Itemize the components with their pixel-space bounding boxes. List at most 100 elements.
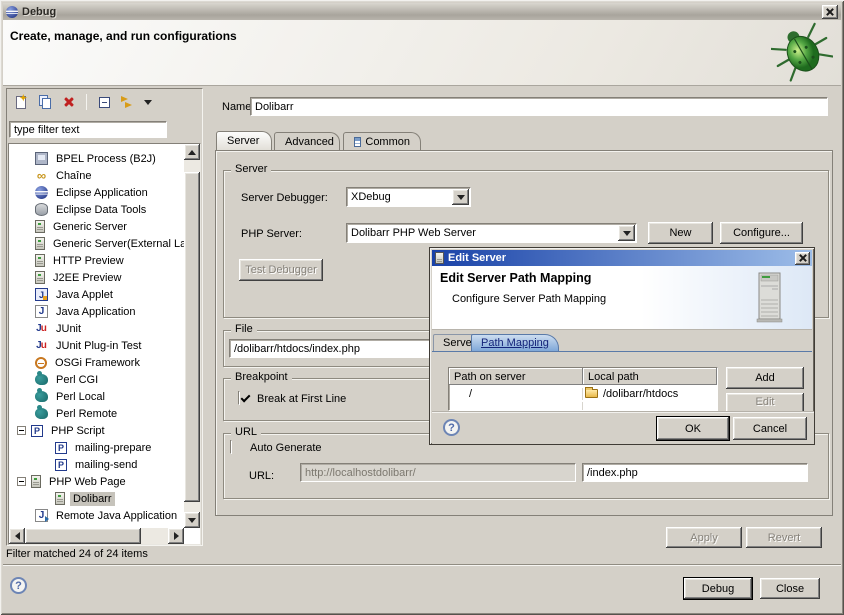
- scroll-right-icon[interactable]: [168, 528, 184, 544]
- java-icon: [35, 305, 48, 318]
- help-icon[interactable]: ?: [10, 577, 27, 594]
- tree-item[interactable]: Java Application: [9, 303, 185, 320]
- close-icon[interactable]: [822, 5, 838, 19]
- dialog-subheading: Configure Server Path Mapping: [452, 293, 606, 305]
- new-config-icon: ✦: [16, 96, 26, 109]
- tree-item[interactable]: Remote Java Application: [9, 507, 185, 524]
- tree-item[interactable]: Chaîne: [9, 167, 185, 184]
- configurations-panel: ✦ BPEL Process (B2J) Chaîne Eclipse Appl…: [6, 88, 203, 546]
- configure-button[interactable]: Configure...: [720, 222, 803, 244]
- close-button[interactable]: Close: [760, 578, 820, 599]
- tab-server[interactable]: Server: [216, 131, 272, 150]
- php-server-select[interactable]: Dolibarr PHP Web Server: [346, 223, 637, 243]
- vertical-scroll-thumb[interactable]: [184, 172, 200, 502]
- add-mapping-button[interactable]: Add: [726, 367, 804, 389]
- server-icon: [35, 254, 45, 267]
- apply-button[interactable]: Apply: [666, 527, 742, 548]
- banner-heading: Create, manage, and run configurations: [10, 29, 237, 43]
- php-icon: [55, 459, 67, 471]
- column-header-local-path[interactable]: Local path: [583, 368, 717, 385]
- tree-item[interactable]: Java Applet: [9, 286, 185, 303]
- filter-button[interactable]: [118, 93, 138, 111]
- tree-item[interactable]: mailing-send: [9, 456, 185, 473]
- dialog-close-icon[interactable]: [795, 252, 810, 265]
- tab-common[interactable]: Common: [343, 132, 421, 150]
- perl-icon: [35, 408, 48, 419]
- chevron-down-icon[interactable]: [618, 225, 635, 241]
- dialog-tab-path-mapping[interactable]: Path Mapping: [471, 334, 559, 351]
- break-first-line-checkbox[interactable]: [238, 391, 240, 405]
- tree-item[interactable]: J2EE Preview: [9, 269, 185, 286]
- tree-item[interactable]: Perl CGI: [9, 371, 185, 388]
- filter-input[interactable]: [9, 121, 167, 138]
- dialog-button-bar: ? OK Cancel: [432, 411, 814, 444]
- scroll-down-icon[interactable]: [184, 512, 200, 528]
- path-mapping-table[interactable]: Path on server Local path / /dolibarr/ht…: [448, 367, 718, 411]
- tree-item[interactable]: JUnit: [9, 320, 185, 337]
- tree-item[interactable]: BPEL Process (B2J): [9, 150, 185, 167]
- new-server-button[interactable]: New: [648, 222, 713, 244]
- tree-item[interactable]: HTTP Preview: [9, 252, 185, 269]
- duplicate-button[interactable]: [35, 93, 55, 111]
- filter-menu-caret-icon[interactable]: [144, 100, 152, 105]
- toolbar-separator: [86, 94, 87, 110]
- tree-item[interactable]: mailing-prepare: [9, 439, 185, 456]
- revert-button[interactable]: Revert: [746, 527, 822, 548]
- scroll-left-icon[interactable]: [9, 528, 25, 544]
- file-group-title: File: [231, 323, 257, 335]
- collapse-expander-icon[interactable]: [17, 477, 26, 486]
- bug-icon: [771, 22, 833, 82]
- osgi-icon: [35, 357, 47, 369]
- dialog-title: Edit Server: [448, 252, 506, 264]
- perl-icon: [35, 374, 48, 385]
- tree-vertical-scrollbar[interactable]: [184, 144, 200, 528]
- tab-advanced[interactable]: Advanced: [274, 132, 340, 150]
- bpel-icon: [35, 152, 48, 165]
- delete-button[interactable]: [59, 93, 79, 111]
- window-titlebar[interactable]: Debug: [3, 3, 841, 20]
- tree-item[interactable]: Generic Server: [9, 218, 185, 235]
- tree-item[interactable]: JUnit Plug-in Test: [9, 337, 185, 354]
- database-icon: [35, 203, 48, 216]
- server-icon: [31, 475, 41, 488]
- tree-item[interactable]: PHP Script: [9, 422, 185, 439]
- table-row[interactable]: / /dolibarr/htdocs: [449, 385, 717, 402]
- horizontal-scroll-thumb[interactable]: [25, 528, 141, 544]
- filter-match-status: Filter matched 24 of 24 items: [6, 548, 148, 560]
- tree-item[interactable]: PHP Web Page: [9, 473, 185, 490]
- chevron-down-icon[interactable]: [452, 189, 469, 205]
- tree-item[interactable]: Eclipse Application: [9, 184, 185, 201]
- server-icon: [35, 271, 45, 284]
- tree-item[interactable]: OSGi Framework: [9, 354, 185, 371]
- tree-horizontal-scrollbar[interactable]: [9, 528, 184, 544]
- cancel-button[interactable]: Cancel: [733, 417, 807, 440]
- junit-plugin-icon: [35, 339, 48, 352]
- dialog-help-icon[interactable]: ?: [443, 419, 460, 436]
- tree-item[interactable]: Generic Server(External Lau: [9, 235, 185, 252]
- tree-item-selected[interactable]: Dolibarr: [9, 490, 185, 507]
- junit-icon: [35, 322, 48, 335]
- debug-button[interactable]: Debug: [684, 578, 752, 599]
- server-debugger-select[interactable]: XDebug: [346, 187, 471, 207]
- tree-item[interactable]: Perl Remote: [9, 405, 185, 422]
- ok-button[interactable]: OK: [657, 417, 729, 440]
- name-input[interactable]: [250, 97, 828, 116]
- url-path-input[interactable]: [582, 463, 808, 482]
- window-title: Debug: [22, 6, 56, 18]
- url-label: URL:: [249, 470, 274, 482]
- column-header-path-on-server[interactable]: Path on server: [449, 368, 583, 385]
- tree-item[interactable]: Perl Local: [9, 388, 185, 405]
- auto-generate-checkbox[interactable]: [230, 440, 232, 454]
- dialog-titlebar[interactable]: Edit Server: [432, 250, 812, 266]
- url-input[interactable]: [300, 463, 576, 482]
- test-debugger-button[interactable]: Test Debugger: [239, 259, 323, 281]
- new-configuration-button[interactable]: ✦: [11, 93, 31, 111]
- tree-item[interactable]: Eclipse Data Tools: [9, 201, 185, 218]
- common-tab-icon: [354, 137, 361, 147]
- scroll-up-icon[interactable]: [184, 144, 200, 160]
- server-group-title: Server: [231, 163, 271, 175]
- debug-window: Debug Create, manage, and run configurat…: [0, 0, 844, 615]
- collapse-all-button[interactable]: [94, 93, 114, 111]
- collapse-expander-icon[interactable]: [17, 426, 26, 435]
- server-debugger-label: Server Debugger:: [241, 192, 328, 204]
